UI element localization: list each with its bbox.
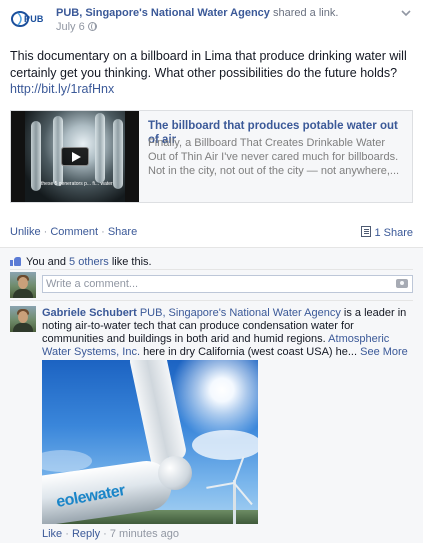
post-link[interactable]: http://bit.ly/1rafHnx: [10, 82, 114, 96]
thumbnail-tube: [95, 113, 105, 183]
avatar-shirt: [13, 323, 33, 332]
post-message: This documentary on a billboard in Lima …: [10, 48, 413, 98]
likes-prefix: You and: [26, 256, 70, 268]
post-date[interactable]: July 6: [56, 21, 85, 33]
globe-icon: [87, 22, 97, 31]
chevron-down-icon[interactable]: [401, 8, 411, 18]
likes-summary: You and 5 others like this.: [10, 256, 152, 268]
post-author-link[interactable]: PUB, Singapore's National Water Agency: [56, 7, 270, 19]
avatar-head: [18, 277, 28, 289]
separator: ·: [40, 226, 51, 238]
comment-mention-pub[interactable]: PUB, Singapore's National Water Agency: [140, 307, 341, 319]
divider: [10, 300, 413, 301]
post-action-text: shared a link.: [269, 7, 339, 19]
post-header: PUB PUB, Singapore's National Water Agen…: [10, 6, 413, 36]
play-icon[interactable]: [61, 147, 89, 166]
logo-text: PUB: [24, 14, 44, 24]
post-timestamp[interactable]: July 6: [56, 21, 97, 33]
camera-icon[interactable]: [396, 279, 408, 288]
commenter-avatar[interactable]: [10, 306, 36, 332]
comment-time[interactable]: 7 minutes ago: [110, 528, 179, 540]
thumbnail-tube: [113, 119, 123, 189]
share-count-text[interactable]: 1 Share: [374, 227, 413, 239]
comment-reply-button[interactable]: Reply: [72, 528, 100, 540]
comment-button[interactable]: Comment: [50, 226, 98, 238]
separator: ·: [62, 528, 72, 540]
commenter-name[interactable]: Gabriele Schubert: [42, 307, 137, 319]
comment-input-box[interactable]: [42, 275, 413, 293]
comment-body: Gabriele Schubert PUB, Singapore's Natio…: [42, 307, 414, 359]
post-message-text: This documentary on a billboard in Lima …: [10, 49, 407, 80]
likes-others-link[interactable]: 5 others: [69, 256, 109, 268]
current-user-avatar[interactable]: [10, 272, 36, 298]
share-button[interactable]: Share: [108, 226, 137, 238]
small-turbine-blade: [206, 482, 235, 489]
share-icon: [361, 226, 372, 237]
comment-input[interactable]: [43, 276, 383, 292]
avatar-head: [18, 311, 28, 323]
unlike-button[interactable]: Unlike: [10, 226, 41, 238]
separator: ·: [98, 226, 108, 238]
separator: ·: [100, 528, 110, 540]
share-count-link[interactable]: 1 Share: [361, 226, 413, 239]
feedback-section: You and 5 others like this. Gabriele Sch…: [0, 247, 423, 543]
thumbnail-caption: these 5 generators p... fi... water: [41, 181, 113, 187]
post-action-bar: Unlike · Comment · Share 1 Share: [10, 226, 413, 240]
avatar-shirt: [13, 289, 33, 298]
link-preview-description: Finally, a Billboard That Creates Drinka…: [148, 137, 400, 177]
video-thumbnail[interactable]: these 5 generators p... fi... water: [11, 111, 139, 202]
likes-suffix: like this.: [108, 256, 152, 268]
comment-meta: Like · Reply · 7 minutes ago: [42, 528, 179, 540]
comment-like-button[interactable]: Like: [42, 528, 62, 540]
comment-photo[interactable]: eolewater: [42, 360, 258, 524]
small-turbine-blade: [233, 456, 245, 484]
page-avatar[interactable]: PUB: [10, 6, 46, 34]
thumbnail-tube: [31, 121, 41, 191]
divider: [10, 269, 413, 270]
link-preview-card[interactable]: these 5 generators p... fi... water The …: [10, 110, 413, 203]
see-more-link[interactable]: See More: [360, 346, 408, 358]
cloud: [192, 430, 258, 460]
comment-text-2: here in dry California (west coast USA) …: [140, 346, 361, 358]
post-byline: PUB, Singapore's National Water Agency s…: [56, 7, 338, 20]
like-thumb-icon: [10, 256, 21, 266]
turbine-hub: [158, 456, 192, 490]
small-turbine-blade: [233, 482, 253, 506]
